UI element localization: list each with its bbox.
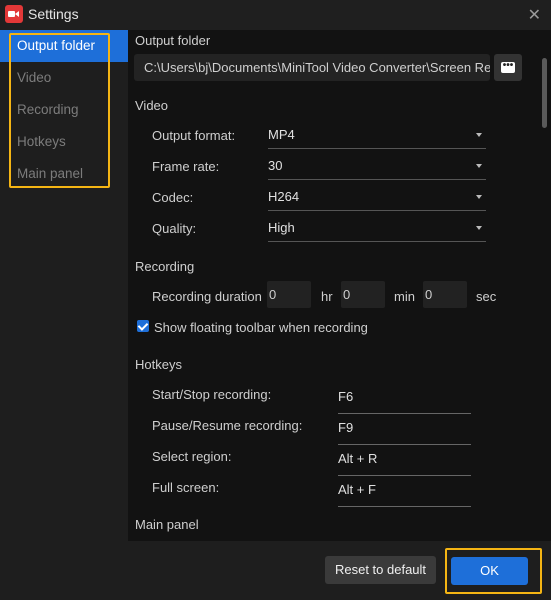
seconds-unit: sec (476, 289, 497, 304)
sidebar: Output folder Video Recording Hotkeys Ma… (0, 30, 128, 600)
frame-rate-label: Frame rate: (152, 159, 220, 174)
video-camera-icon (5, 5, 23, 23)
pause-resume-hotkey-input[interactable]: F9 (338, 418, 471, 445)
title-bar: Settings ✕ (0, 0, 551, 30)
reset-to-default-button[interactable]: Reset to default (325, 556, 436, 584)
minutes-unit: min (394, 289, 415, 304)
floating-toolbar-checkbox[interactable] (137, 320, 149, 332)
frame-rate-select[interactable]: 30 (268, 155, 486, 180)
chevron-down-icon (476, 164, 482, 168)
video-title: Video (135, 98, 169, 113)
pause-resume-label: Pause/Resume recording: (152, 418, 303, 433)
codec-value: H264 (268, 189, 300, 204)
sidebar-item-recording[interactable]: Recording (0, 94, 128, 126)
codec-label: Codec: (152, 190, 194, 205)
output-path-field[interactable]: C:\Users\bj\Documents\MiniTool Video Con… (134, 54, 490, 81)
chevron-down-icon (476, 195, 482, 199)
dialog-footer: Reset to default OK (128, 541, 551, 600)
hotkeys-title: Hotkeys (135, 357, 182, 372)
scrollbar[interactable] (542, 58, 547, 128)
frame-rate-value: 30 (268, 158, 283, 173)
output-format-label: Output format: (152, 128, 236, 143)
sidebar-item-main-panel[interactable]: Main panel (0, 158, 128, 190)
codec-select[interactable]: H264 (268, 186, 486, 211)
duration-hours-input[interactable]: 0 (267, 281, 311, 308)
main-panel-title: Main panel (135, 517, 199, 532)
quality-label: Quality: (152, 221, 197, 236)
ok-button[interactable]: OK (451, 557, 528, 585)
duration-minutes-input[interactable]: 0 (341, 281, 385, 308)
settings-content: Output folder C:\Users\bj\Documents\Mini… (128, 30, 551, 541)
close-icon[interactable]: ✕ (528, 5, 541, 25)
sidebar-item-hotkeys[interactable]: Hotkeys (0, 126, 128, 158)
recording-title: Recording (135, 259, 195, 274)
output-folder-title: Output folder (135, 33, 211, 48)
quality-value: High (268, 220, 295, 235)
select-region-hotkey-input[interactable]: Alt + R (338, 449, 471, 476)
browse-button[interactable]: ••• (494, 54, 522, 81)
more-icon: ••• (501, 60, 515, 73)
chevron-down-icon (476, 133, 482, 137)
quality-select[interactable]: High (268, 217, 486, 242)
start-stop-label: Start/Stop recording: (152, 387, 272, 402)
start-stop-hotkey-input[interactable]: F6 (338, 387, 471, 414)
floating-toolbar-label[interactable]: Show floating toolbar when recording (154, 320, 368, 335)
recording-duration-label: Recording duration (152, 289, 262, 304)
full-screen-hotkey-input[interactable]: Alt + F (338, 480, 471, 507)
sidebar-item-output-folder[interactable]: Output folder (0, 30, 128, 62)
full-screen-label: Full screen: (152, 480, 220, 495)
sidebar-item-video[interactable]: Video (0, 62, 128, 94)
output-format-select[interactable]: MP4 (268, 124, 486, 149)
window-title: Settings (28, 6, 79, 22)
select-region-label: Select region: (152, 449, 232, 464)
hours-unit: hr (321, 289, 333, 304)
duration-seconds-input[interactable]: 0 (423, 281, 467, 308)
output-format-value: MP4 (268, 127, 295, 142)
chevron-down-icon (476, 226, 482, 230)
